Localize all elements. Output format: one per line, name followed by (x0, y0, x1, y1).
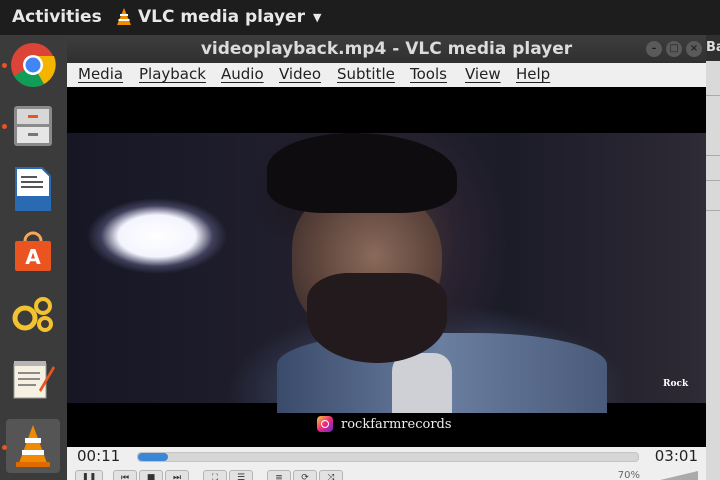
minimize-button[interactable]: – (646, 41, 662, 57)
video-subject-tee (392, 353, 452, 413)
video-area[interactable]: Rock rockfarmrecords (67, 87, 706, 447)
volume-label: 70% (617, 470, 640, 480)
divider (706, 210, 720, 211)
video-subject-hair (267, 133, 457, 213)
divider (706, 95, 720, 96)
seek-slider[interactable] (137, 452, 639, 462)
seek-row: 00:11 03:01 (67, 447, 706, 469)
pause-button[interactable]: ❚❚ (75, 470, 103, 480)
chrome-icon (11, 43, 56, 87)
elapsed-time: 00:11 (77, 447, 121, 465)
shopping-bag-icon: A (15, 231, 51, 271)
document-icon (15, 167, 51, 211)
running-indicator (2, 445, 7, 450)
vlc-window: videoplayback.mp4 - VLC media player – □… (67, 35, 706, 480)
app-menu-label: VLC media player (138, 7, 305, 27)
running-indicator (2, 63, 7, 68)
video-frame: Rock (67, 133, 706, 413)
menu-view[interactable]: View (465, 65, 501, 83)
dock-item-files[interactable] (6, 99, 60, 153)
file-cabinet-icon (14, 106, 52, 146)
stop-button[interactable]: ■ (139, 470, 163, 480)
menu-media[interactable]: Media (78, 65, 123, 83)
svg-text:A: A (25, 245, 41, 269)
divider (706, 155, 720, 156)
video-watermark: rockfarmrecords (317, 416, 452, 432)
menu-playback[interactable]: Playback (139, 65, 206, 83)
playlist-button[interactable]: ≡ (267, 470, 291, 480)
controls-bar: ❚❚ ⏮ ■ ⏭ ⛶ ☰ ≡ ⟳ ⤨ 70% (67, 469, 706, 480)
dock-item-writer[interactable] (6, 162, 60, 216)
fullscreen-button[interactable]: ⛶ (203, 470, 227, 480)
seek-progress (138, 453, 168, 461)
volume-slider[interactable] (656, 471, 698, 480)
dock: A (0, 35, 67, 480)
maximize-button[interactable]: □ (666, 41, 682, 57)
dock-item-settings[interactable] (6, 287, 60, 341)
menu-tools[interactable]: Tools (410, 65, 447, 83)
background-window[interactable]: Ba (706, 35, 720, 480)
activities-button[interactable]: Activities (12, 7, 102, 27)
close-button[interactable]: × (686, 41, 702, 57)
window-title: videoplayback.mp4 - VLC media player (200, 39, 573, 59)
instagram-icon (317, 416, 333, 432)
total-time: 03:01 (654, 447, 698, 465)
video-subject-beard (307, 273, 447, 363)
gears-icon (12, 297, 53, 332)
vlc-cone-icon (117, 8, 131, 25)
dock-item-text-editor[interactable] (6, 352, 60, 406)
video-corner-logo: Rock (663, 379, 689, 389)
menu-subtitle[interactable]: Subtitle (337, 65, 395, 83)
watermark-text: rockfarmrecords (341, 416, 452, 432)
menu-bar: Media Playback Audio Video Subtitle Tool… (67, 63, 706, 87)
window-titlebar[interactable]: videoplayback.mp4 - VLC media player – □… (67, 35, 706, 63)
loop-button[interactable]: ⟳ (293, 470, 317, 480)
dock-item-vlc[interactable] (6, 419, 60, 473)
dock-item-software[interactable]: A (6, 224, 60, 278)
menu-video[interactable]: Video (279, 65, 321, 83)
shuffle-button[interactable]: ⤨ (319, 470, 343, 480)
menu-help[interactable]: Help (516, 65, 550, 83)
chevron-down-icon: ▼ (312, 10, 322, 24)
next-button[interactable]: ⏭ (165, 470, 189, 480)
divider (706, 180, 720, 181)
extended-settings-button[interactable]: ☰ (229, 470, 253, 480)
dock-item-chromium[interactable] (6, 38, 60, 92)
app-menu[interactable]: VLC media player ▼ (116, 7, 321, 27)
menu-audio[interactable]: Audio (221, 65, 264, 83)
background-window-title: Ba (706, 35, 720, 61)
previous-button[interactable]: ⏮ (113, 470, 137, 480)
running-indicator (2, 124, 7, 129)
vlc-cone-icon (16, 425, 50, 467)
gnome-top-bar: Activities VLC media player ▼ (0, 0, 720, 35)
notepad-icon (13, 361, 55, 399)
